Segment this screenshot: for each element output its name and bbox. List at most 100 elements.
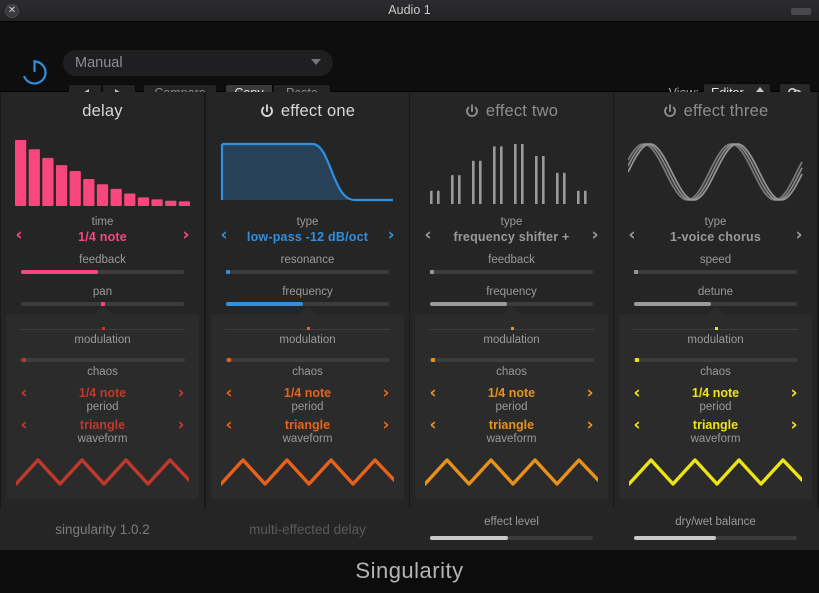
chorus-voices-graph <box>627 134 803 210</box>
chevron-left-icon[interactable]: ‹ <box>629 384 645 402</box>
modulation-period-caption: period <box>495 401 528 413</box>
plugin-header: Manual Compare Copy Paste View: Editor <box>0 22 819 104</box>
chevron-left-icon[interactable]: ‹ <box>221 416 237 434</box>
chevron-right-icon[interactable]: › <box>383 226 399 244</box>
type-caption: type <box>704 216 727 228</box>
chevron-left-icon[interactable]: ‹ <box>216 226 232 244</box>
chevron-left-icon[interactable]: ‹ <box>425 416 441 434</box>
slider-resonance[interactable] <box>225 270 389 274</box>
effect-level-slider[interactable] <box>430 536 593 540</box>
chevron-right-icon[interactable]: › <box>791 226 807 244</box>
effects-area: delay time 1/4 note ‹ › feedback pan modulation… <box>0 92 819 508</box>
chevron-right-icon[interactable]: › <box>786 416 802 434</box>
slider-label-frequency: frequency <box>486 286 537 298</box>
modulation-amount-slider[interactable] <box>429 358 594 362</box>
effect-level-label: effect level <box>484 516 539 528</box>
dry-wet-cell: dry/wet balance <box>614 508 817 550</box>
modulation-period-selector: 1/4 note period ‹ › <box>215 384 400 418</box>
modulation-amount-slider[interactable] <box>633 358 798 362</box>
type-value: frequency shifter + <box>453 230 570 244</box>
modulation-waveform-selector: triangle waveform ‹ › <box>419 416 604 450</box>
chevron-right-icon[interactable]: › <box>378 416 394 434</box>
chevron-left-icon[interactable]: ‹ <box>221 384 237 402</box>
power-icon[interactable] <box>260 104 274 118</box>
modulation-waveform-display <box>423 454 600 492</box>
modulation-title: modulation <box>279 334 336 346</box>
chevron-right-icon[interactable]: › <box>582 384 598 402</box>
modulation-period-value: 1/4 note <box>283 386 332 400</box>
chevron-left-icon[interactable]: ‹ <box>16 384 32 402</box>
preset-dropdown[interactable]: Manual <box>63 50 333 76</box>
slider-thumb[interactable] <box>225 270 230 274</box>
modulation-panel-3: modulation chaos 1/4 note period ‹ › triangle w… <box>619 306 812 499</box>
effect-column-3: effect three type 1-voice chorus ‹ › speed det… <box>614 92 817 508</box>
slider-label-feedback: feedback <box>488 254 535 266</box>
slider-label-detune: detune <box>697 286 734 298</box>
brand-name: Singularity <box>355 558 464 583</box>
lowpass-curve-graph <box>220 134 395 210</box>
chevron-left-icon[interactable]: ‹ <box>624 226 640 244</box>
power-icon[interactable] <box>663 104 677 118</box>
modulation-title: modulation <box>687 334 744 346</box>
modulation-period-caption: period <box>291 401 324 413</box>
chevron-left-icon[interactable]: ‹ <box>629 416 645 434</box>
chevron-right-icon[interactable]: › <box>378 384 394 402</box>
effect-column-2: effect two type frequency shifter + ‹ › feedb… <box>410 92 613 508</box>
slider-fill <box>430 302 507 306</box>
chaos-label: chaos <box>87 366 118 378</box>
chevron-right-icon[interactable]: › <box>587 226 603 244</box>
type-value: 1-voice chorus <box>669 230 762 244</box>
modulation-amount-thumb[interactable] <box>22 358 27 362</box>
chevron-left-icon[interactable]: ‹ <box>16 416 32 434</box>
slider-fill <box>634 302 711 306</box>
slider-feedback[interactable] <box>429 270 593 274</box>
modulation-waveform-caption: waveform <box>690 433 741 445</box>
modulation-waveform-display <box>627 454 804 492</box>
modulation-waveform-selector: triangle waveform ‹ › <box>10 416 195 450</box>
effect-title-3: effect three <box>614 102 817 126</box>
footer-subtitle-cell: multi-effected delay <box>206 508 409 550</box>
slider-fill <box>226 302 303 306</box>
modulation-amount-slider[interactable] <box>20 358 185 362</box>
modulation-indicator <box>101 327 105 330</box>
modulation-period-value: 1/4 note <box>78 386 127 400</box>
modulation-waveform-value: triangle <box>692 418 739 432</box>
modulation-amount-thumb[interactable] <box>431 358 436 362</box>
effect-column-0: delay time 1/4 note ‹ › feedback pan modulation… <box>1 92 204 508</box>
modulation-amount-thumb[interactable] <box>635 358 640 362</box>
modulation-period-caption: period <box>699 401 732 413</box>
slider-label-speed: speed <box>699 254 732 266</box>
type-selector-2: type frequency shifter + ‹ › <box>418 216 605 250</box>
modulation-period-value: 1/4 note <box>487 386 536 400</box>
panel-notch <box>298 306 317 314</box>
modulation-waveform-display <box>14 454 191 492</box>
window-title: Audio 1 <box>388 3 431 17</box>
type-selector-1: type low-pass -12 dB/oct ‹ › <box>214 216 401 250</box>
modulation-panel-0: modulation chaos 1/4 note period ‹ › triangle w… <box>6 306 199 499</box>
chevron-left-icon[interactable]: ‹ <box>11 226 27 244</box>
type-selector-3: type 1-voice chorus ‹ › <box>622 216 809 250</box>
plugin-subtitle: multi-effected delay <box>249 522 366 537</box>
modulation-waveform-value: triangle <box>488 418 535 432</box>
modulation-amount-slider[interactable] <box>225 358 390 362</box>
modulation-amount-thumb[interactable] <box>227 358 232 362</box>
chevron-right-icon[interactable]: › <box>173 416 189 434</box>
slider-feedback[interactable] <box>21 270 184 274</box>
slider-speed[interactable] <box>633 270 797 274</box>
chevron-right-icon[interactable]: › <box>582 416 598 434</box>
modulation-waveform-display <box>219 454 396 492</box>
footer-bar: singularity 1.0.2 multi-effected delay e… <box>0 508 819 550</box>
power-icon[interactable] <box>465 104 479 118</box>
power-icon[interactable] <box>20 57 49 86</box>
chevron-right-icon[interactable]: › <box>178 226 194 244</box>
chevron-right-icon[interactable]: › <box>786 384 802 402</box>
chevron-right-icon[interactable]: › <box>173 384 189 402</box>
dry-wet-slider[interactable] <box>634 536 797 540</box>
effect-column-1: effect one type low-pass -12 dB/oct ‹ › reson… <box>206 92 409 508</box>
slider-thumb[interactable] <box>633 270 638 274</box>
chevron-left-icon[interactable]: ‹ <box>425 384 441 402</box>
modulation-indicator <box>510 327 514 330</box>
slider-thumb[interactable] <box>429 270 434 274</box>
resize-handle[interactable] <box>791 8 811 15</box>
chevron-left-icon[interactable]: ‹ <box>420 226 436 244</box>
